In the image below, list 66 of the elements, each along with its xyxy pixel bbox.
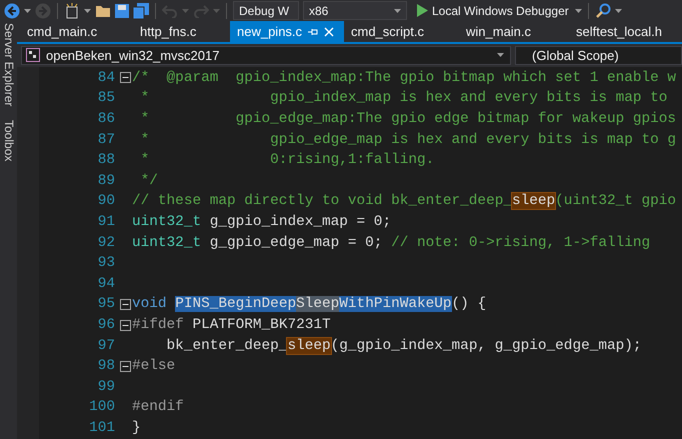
line-number: 101 — [88, 420, 115, 436]
code-line: uint32_t g_gpio_edge_map = 0; // note: 0->rising, 1->falling — [132, 234, 650, 251]
code-line: #endif — [132, 399, 184, 416]
code-line: * 0:rising,1:falling. — [140, 152, 434, 168]
line-number: 85 — [96, 90, 115, 106]
file-tab[interactable]: cmd_main.c — [20, 21, 133, 42]
collapse-icon[interactable] — [120, 72, 131, 84]
collapse-icon[interactable] — [120, 360, 131, 372]
collapse-icon[interactable] — [120, 298, 131, 310]
code-line: bk_enter_deep_sleep(g_gpio_index_map, g_gpio_edge_map); — [166, 338, 642, 354]
close-icon[interactable] — [324, 26, 334, 36]
save-icon[interactable] — [115, 4, 129, 18]
pin-icon[interactable] — [308, 26, 318, 36]
file-tab[interactable]: selftest_local.h — [569, 21, 669, 42]
new-item-icon[interactable] — [64, 2, 80, 18]
line-number: 87 — [96, 132, 115, 148]
line-number: 94 — [96, 276, 115, 292]
project-icon — [26, 48, 40, 62]
caret-icon[interactable] — [614, 8, 622, 12]
side-tab[interactable]: Toolbox — [0, 120, 17, 162]
code-line: } — [132, 420, 141, 436]
line-number: 99 — [96, 378, 115, 395]
code-line: // these map directly to void bk_enter_deep_sleep(uint32_t gpio — [132, 193, 676, 210]
configuration-dropdown[interactable]: Debug W — [233, 1, 299, 20]
code-line: * gpio_index_map is hex and every bits is map to — [140, 90, 668, 106]
platform-dropdown[interactable]: x86 — [303, 1, 407, 20]
line-number: 97 — [96, 338, 115, 354]
project-dropdown[interactable]: openBeken_win32_mvsc2017 — [21, 46, 511, 64]
line-number: 93 — [96, 255, 115, 272]
caret-icon[interactable] — [394, 8, 401, 12]
run-button[interactable]: Local Windows Debugger — [415, 1, 571, 20]
save-all-icon[interactable] — [133, 2, 149, 18]
caret-icon[interactable] — [574, 8, 582, 12]
collapse-icon[interactable] — [120, 320, 131, 331]
code-line: #ifdef PLATFORM_BK7231T — [132, 317, 331, 334]
side-tab[interactable]: Server Explorer — [0, 23, 17, 106]
line-number: 96 — [96, 317, 115, 334]
code-line: void PINS_BeginDeepSleepWithPinWakeUp() { — [132, 296, 486, 312]
line-number: 90 — [96, 193, 115, 210]
code-line: */ — [140, 172, 158, 189]
line-number: 95 — [96, 296, 115, 312]
file-tab[interactable]: http_fns.c — [133, 21, 230, 42]
caret-icon[interactable] — [24, 8, 31, 12]
code-line: /* @param gpio_index_map:The gpio bitmap which set 1 enable w — [132, 70, 676, 86]
line-number: 98 — [96, 358, 115, 374]
file-tab[interactable]: win_main.c — [459, 21, 569, 42]
search-icon[interactable] — [594, 2, 611, 18]
code-line: * gpio_edge_map:The gpio edge bitmap for wakeup gpios — [140, 111, 676, 128]
code-line: #else — [132, 358, 176, 374]
caret-icon[interactable] — [84, 8, 91, 12]
line-number: 89 — [96, 172, 115, 189]
file-tab[interactable]: new_pins.c — [230, 21, 344, 42]
line-number: 88 — [96, 152, 115, 168]
line-number: 84 — [96, 70, 115, 86]
code-line: uint32_t g_gpio_index_map = 0; — [132, 214, 392, 230]
play-icon — [417, 4, 428, 17]
folder-icon[interactable] — [95, 4, 111, 18]
caret-icon[interactable] — [497, 53, 504, 57]
scope-dropdown[interactable]: (Global Scope) — [515, 46, 682, 64]
code-line: * gpio_edge_map is hex and every bits is map to g — [140, 132, 676, 148]
line-number: 92 — [96, 234, 115, 251]
line-number: 91 — [96, 214, 115, 230]
line-number: 86 — [96, 111, 115, 128]
file-tab[interactable]: cmd_script.c — [344, 21, 459, 42]
back-icon[interactable] — [4, 2, 20, 18]
line-number: 100 — [88, 399, 115, 416]
